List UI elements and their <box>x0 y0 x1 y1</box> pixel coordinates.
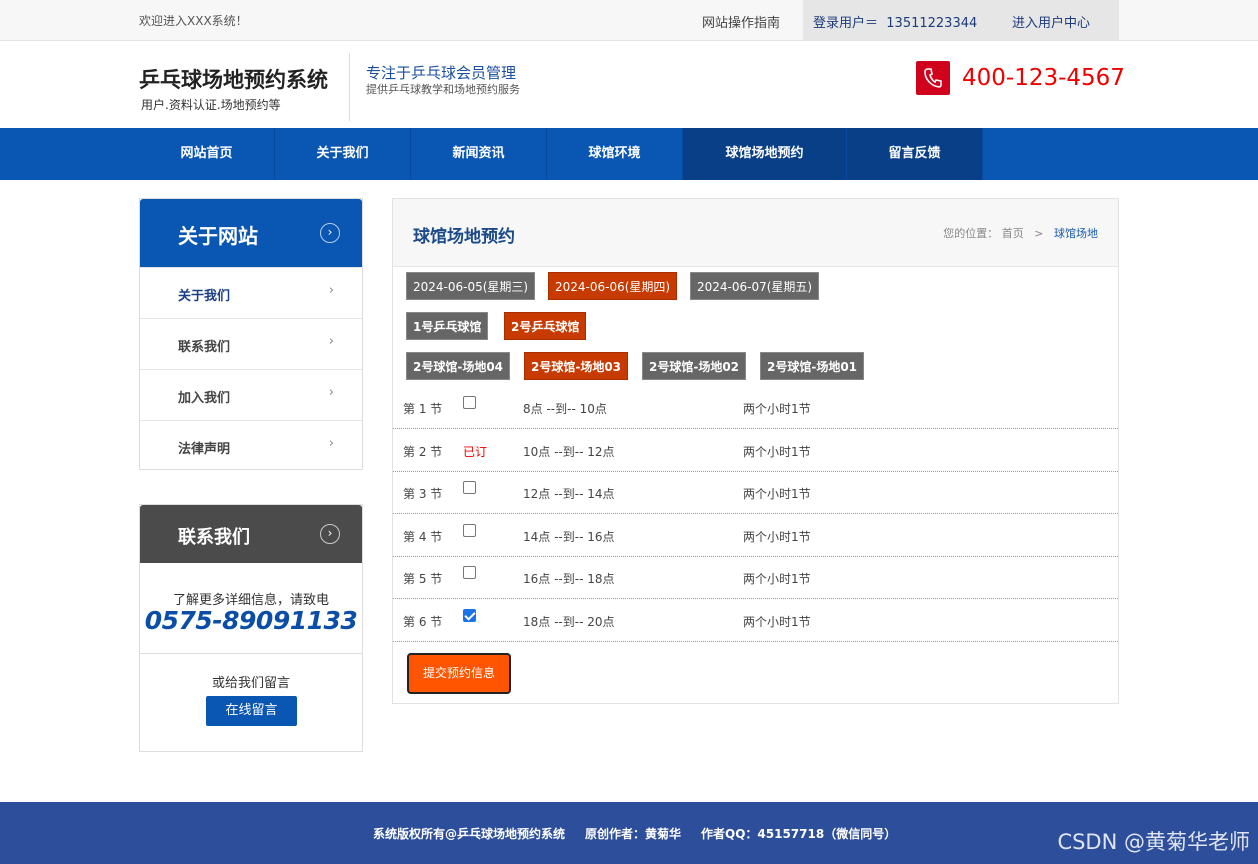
footer-copyright: 系统版权所有@乒乓球场地预约系统 <box>373 827 566 841</box>
slot-time: 18点 --到-- 20点 <box>523 615 615 629</box>
sidebar-item-contact-us[interactable]: 联系我们 › <box>140 318 362 369</box>
login-user: 登录用户＝ 13511223344 <box>813 12 977 31</box>
slot-checkbox[interactable] <box>463 396 476 412</box>
chevron-right-circle-icon: › <box>320 524 340 544</box>
footer-qq: 作者QQ：45157718（微信同号） <box>701 827 897 841</box>
slot-checkbox[interactable] <box>463 566 476 582</box>
divider <box>140 653 362 654</box>
login-username: 13511223344 <box>886 16 978 31</box>
date-chip[interactable]: 2024-06-07(星期五) <box>690 272 820 300</box>
contact-phone: 0575-89091133 <box>144 606 358 635</box>
slot-row: 第 1 节 8点 --到-- 10点 两个小时1节 <box>393 386 1118 429</box>
slot-period: 第 1 节 <box>403 402 443 416</box>
slot-booked-label: 已订 <box>463 445 488 459</box>
nav-about[interactable]: 关于我们 <box>275 128 411 180</box>
breadcrumb-home[interactable]: 首页 <box>1002 227 1024 240</box>
online-message-button[interactable]: 在线留言 <box>206 696 297 726</box>
sidebar-item-label: 加入我们 <box>178 391 231 406</box>
booking-panel-header: 球馆场地预约 您的位置： 首页 > 球馆场地 <box>393 199 1118 267</box>
footer-author: 原创作者：黄菊华 <box>585 827 682 841</box>
site-name[interactable]: 乒乓球场地预约系统 <box>139 64 328 94</box>
site-header: 乒乓球场地预约系统 用户.资料认证.场地预约等 专注于乒乓球会员管理 提供乒乓球… <box>0 41 1258 128</box>
slot-row: 第 4 节 14点 --到-- 16点 两个小时1节 <box>393 514 1118 557</box>
watermark: CSDN @黄菊华老师 <box>1057 830 1250 854</box>
court-chip[interactable]: 2号球馆-场地04 <box>406 352 511 380</box>
hall-chip[interactable]: 1号乒乓球馆 <box>406 312 489 340</box>
slogan: 专注于乒乓球会员管理 <box>366 64 517 82</box>
sidebar-item-about-us[interactable]: 关于我们 › <box>140 267 362 318</box>
date-chip[interactable]: 2024-06-05(星期三) <box>406 272 536 300</box>
slot-row: 第 5 节 16点 --到-- 18点 两个小时1节 <box>393 556 1118 599</box>
hotline-number: 400-123-4567 <box>962 65 1125 91</box>
breadcrumb-current[interactable]: 球馆场地 <box>1054 227 1098 240</box>
sidebar-about-title: 关于网站 <box>178 224 258 248</box>
date-chip-selected[interactable]: 2024-06-06(星期四) <box>548 272 678 300</box>
user-center-link[interactable]: 进入用户中心 <box>1012 12 1090 31</box>
slot-checkbox[interactable] <box>463 481 476 497</box>
slot-duration: 两个小时1节 <box>743 487 811 501</box>
booking-panel: 球馆场地预约 您的位置： 首页 > 球馆场地 2024-06-05(星期三) 2… <box>392 198 1119 704</box>
sidebar-contact-header: 联系我们 › <box>140 505 362 563</box>
breadcrumb: 您的位置： 首页 > 球馆场地 <box>943 225 1098 241</box>
nav-environment[interactable]: 球馆环境 <box>547 128 683 180</box>
sidebar-item-legal[interactable]: 法律声明 › <box>140 420 362 471</box>
sidebar-contact: 联系我们 › 了解更多详细信息，请致电 0575-89091133 或给我们留言… <box>139 504 363 752</box>
slot-duration: 两个小时1节 <box>743 445 811 459</box>
slot-checkbox[interactable] <box>463 524 476 540</box>
slot-time: 14点 --到-- 16点 <box>523 530 615 544</box>
slot-period: 第 2 节 <box>403 445 443 459</box>
slot-period: 第 4 节 <box>403 530 443 544</box>
nav-court-booking[interactable]: 球馆场地预约 <box>683 128 847 180</box>
nav-home[interactable]: 网站首页 <box>139 128 275 180</box>
login-label: 登录用户＝ <box>813 16 879 31</box>
slot-period: 第 3 节 <box>403 487 443 501</box>
welcome-text: 欢迎进入XXX系统！ <box>139 14 248 28</box>
slot-row: 第 6 节 18点 --到-- 20点 两个小时1节 <box>393 599 1118 642</box>
slot-duration: 两个小时1节 <box>743 615 811 629</box>
guide-link[interactable]: 网站操作指南 <box>702 12 780 31</box>
slot-row: 第 3 节 12点 --到-- 14点 两个小时1节 <box>393 471 1118 514</box>
submit-booking-button[interactable]: 提交预约信息 <box>407 653 511 694</box>
breadcrumb-label: 您的位置： <box>943 227 999 240</box>
sidebar-item-join-us[interactable]: 加入我们 › <box>140 369 362 420</box>
phone-icon <box>916 61 950 95</box>
court-chip[interactable]: 2号球馆-场地02 <box>642 352 747 380</box>
nav-feedback[interactable]: 留言反馈 <box>847 128 983 180</box>
top-bar: 欢迎进入XXX系统！ 网站操作指南 登录用户＝ 13511223344 进入用户… <box>0 0 1258 41</box>
leave-message-text: 或给我们留言 <box>211 676 290 691</box>
user-box: 登录用户＝ 13511223344 进入用户中心 <box>803 0 1119 40</box>
sidebar-item-label: 联系我们 <box>178 340 231 355</box>
slot-duration: 两个小时1节 <box>743 402 811 416</box>
main-nav: 网站首页 关于我们 新闻资讯 球馆环境 球馆场地预约 留言反馈 <box>0 128 1258 180</box>
slot-duration: 两个小时1节 <box>743 572 811 586</box>
chevron-right-icon: › <box>328 334 334 349</box>
slot-time: 16点 --到-- 18点 <box>523 572 615 586</box>
chevron-right-circle-icon: › <box>320 223 340 243</box>
hall-chip-selected[interactable]: 2号乒乓球馆 <box>504 312 587 340</box>
header-divider <box>349 53 350 121</box>
court-chip[interactable]: 2号球馆-场地01 <box>760 352 865 380</box>
slot-period: 第 5 节 <box>403 572 443 586</box>
site-subtitle: 用户.资料认证.场地预约等 <box>141 98 281 112</box>
slot-checkbox-checked[interactable] <box>463 609 476 625</box>
slot-row: 第 2 节 已订 10点 --到-- 12点 两个小时1节 <box>393 429 1118 472</box>
slogan-sub: 提供乒乓球教学和场地预约服务 <box>366 83 520 96</box>
slot-time: 12点 --到-- 14点 <box>523 487 615 501</box>
chevron-right-icon: › <box>328 436 334 451</box>
sidebar-about: 关于网站 › 关于我们 › 联系我们 › 加入我们 › 法律声明 › <box>139 198 363 470</box>
sidebar-contact-title: 联系我们 <box>178 527 250 548</box>
slot-duration: 两个小时1节 <box>743 530 811 544</box>
page-title: 球馆场地预约 <box>413 227 515 247</box>
court-chip-selected[interactable]: 2号球馆-场地03 <box>524 352 629 380</box>
chevron-right-icon: › <box>328 283 334 298</box>
slot-period: 第 6 节 <box>403 615 443 629</box>
nav-news[interactable]: 新闻资讯 <box>411 128 547 180</box>
slot-time: 8点 --到-- 10点 <box>523 402 607 416</box>
breadcrumb-separator-icon: > <box>1034 227 1044 240</box>
sidebar-item-label: 法律声明 <box>178 442 231 457</box>
slot-time: 10点 --到-- 12点 <box>523 445 615 459</box>
sidebar-about-header: 关于网站 › <box>140 199 362 267</box>
sidebar-item-label: 关于我们 <box>178 289 231 304</box>
chevron-right-icon: › <box>328 385 334 400</box>
